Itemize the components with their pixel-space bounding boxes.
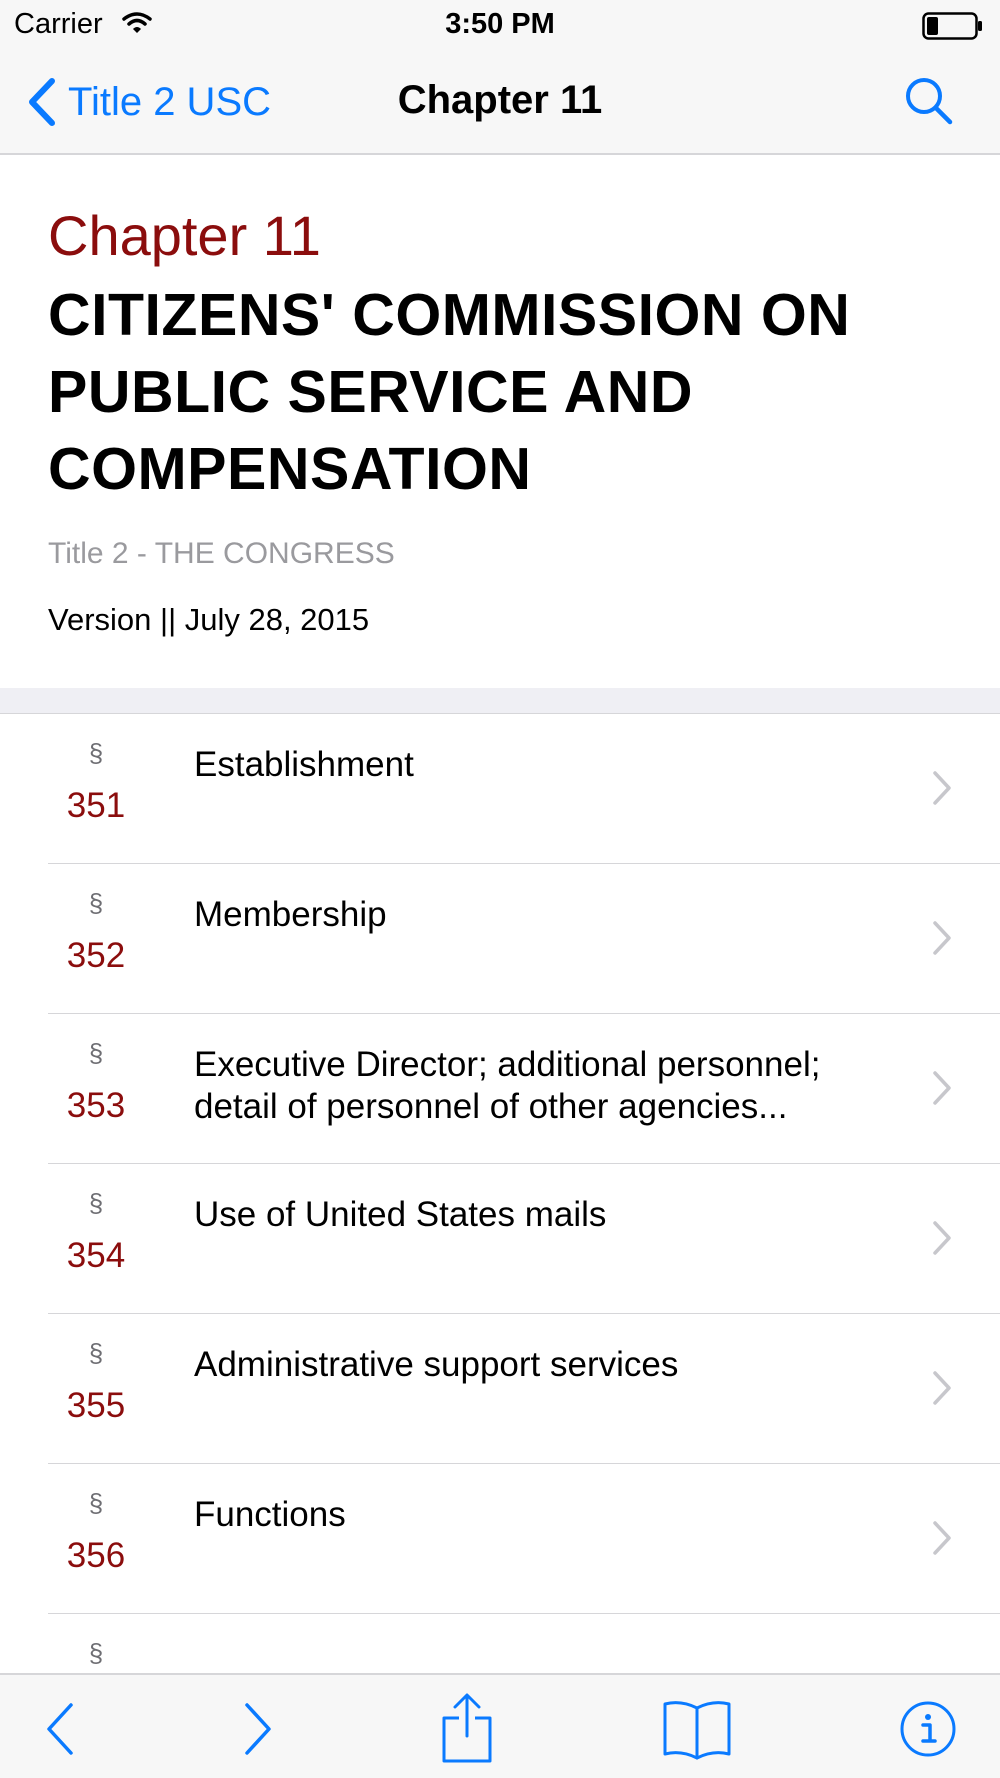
section-title: Use of United States mails bbox=[194, 1195, 607, 1234]
navigation-bar: Title 2 USC Chapter 11 bbox=[0, 50, 1000, 155]
section-row[interactable]: § 351 Establishment bbox=[0, 714, 1000, 864]
status-bar: Carrier 3:50 PM bbox=[0, 0, 1000, 50]
section-row[interactable]: § 353 Executive Director; additional per… bbox=[0, 1014, 1000, 1164]
back-icon[interactable] bbox=[28, 1697, 92, 1761]
section-title: Establishment bbox=[194, 745, 414, 784]
section-symbol: § bbox=[88, 738, 104, 768]
title-line: Title 2 - THE CONGRESS bbox=[48, 537, 395, 570]
section-title: Administrative support services bbox=[194, 1345, 679, 1384]
section-number: 356 bbox=[66, 1536, 126, 1575]
chapter-label: Chapter 11 bbox=[48, 204, 321, 267]
chevron-right-icon bbox=[932, 1520, 952, 1561]
section-symbol: § bbox=[88, 1188, 104, 1218]
section-symbol: § bbox=[88, 1488, 104, 1518]
section-title: Executive Director; additional personnel… bbox=[194, 1045, 821, 1126]
section-divider bbox=[0, 688, 1000, 714]
chevron-right-icon bbox=[932, 1220, 952, 1261]
section-number: 351 bbox=[66, 786, 126, 825]
battery-icon bbox=[922, 12, 984, 48]
share-icon[interactable] bbox=[435, 1691, 499, 1765]
section-number: 353 bbox=[66, 1086, 126, 1125]
section-symbol: § bbox=[88, 1038, 104, 1068]
version-line: Version || July 28, 2015 bbox=[48, 602, 370, 637]
chevron-right-icon bbox=[932, 1070, 952, 1111]
section-number: 354 bbox=[66, 1236, 126, 1275]
section-symbol: § bbox=[88, 888, 104, 918]
section-row[interactable]: § bbox=[0, 1614, 1000, 1674]
section-list: § 351 Establishment § 352 Membership § 3… bbox=[0, 714, 1000, 1674]
section-row[interactable]: § 354 Use of United States mails bbox=[0, 1164, 1000, 1314]
nav-title: Chapter 11 bbox=[397, 78, 603, 122]
section-symbol: § bbox=[88, 1638, 104, 1668]
bottom-toolbar bbox=[0, 1673, 1000, 1778]
chapter-name: CITIZENS' COMMISSION ON PUBLIC SERVICE A… bbox=[48, 282, 851, 502]
chevron-right-icon bbox=[932, 1370, 952, 1411]
section-row[interactable]: § 352 Membership bbox=[0, 864, 1000, 1014]
forward-icon[interactable] bbox=[226, 1697, 290, 1761]
chevron-right-icon bbox=[932, 770, 952, 811]
search-icon bbox=[906, 78, 953, 125]
section-row[interactable]: § 356 Functions bbox=[0, 1464, 1000, 1614]
section-number: 355 bbox=[66, 1386, 126, 1425]
section-title: Membership bbox=[194, 895, 387, 934]
section-symbol: § bbox=[88, 1338, 104, 1368]
search-button[interactable] bbox=[902, 74, 956, 128]
status-time: 3:50 PM bbox=[445, 8, 555, 40]
chevron-right-icon bbox=[932, 920, 952, 961]
section-row[interactable]: § 355 Administrative support services bbox=[0, 1314, 1000, 1464]
bookmarks-icon[interactable] bbox=[660, 1697, 734, 1761]
section-number: 352 bbox=[66, 936, 126, 975]
info-icon[interactable] bbox=[896, 1697, 960, 1761]
section-title: Functions bbox=[194, 1495, 346, 1534]
chapter-header: Chapter 11 CITIZENS' COMMISSION ON PUBLI… bbox=[0, 155, 1000, 688]
